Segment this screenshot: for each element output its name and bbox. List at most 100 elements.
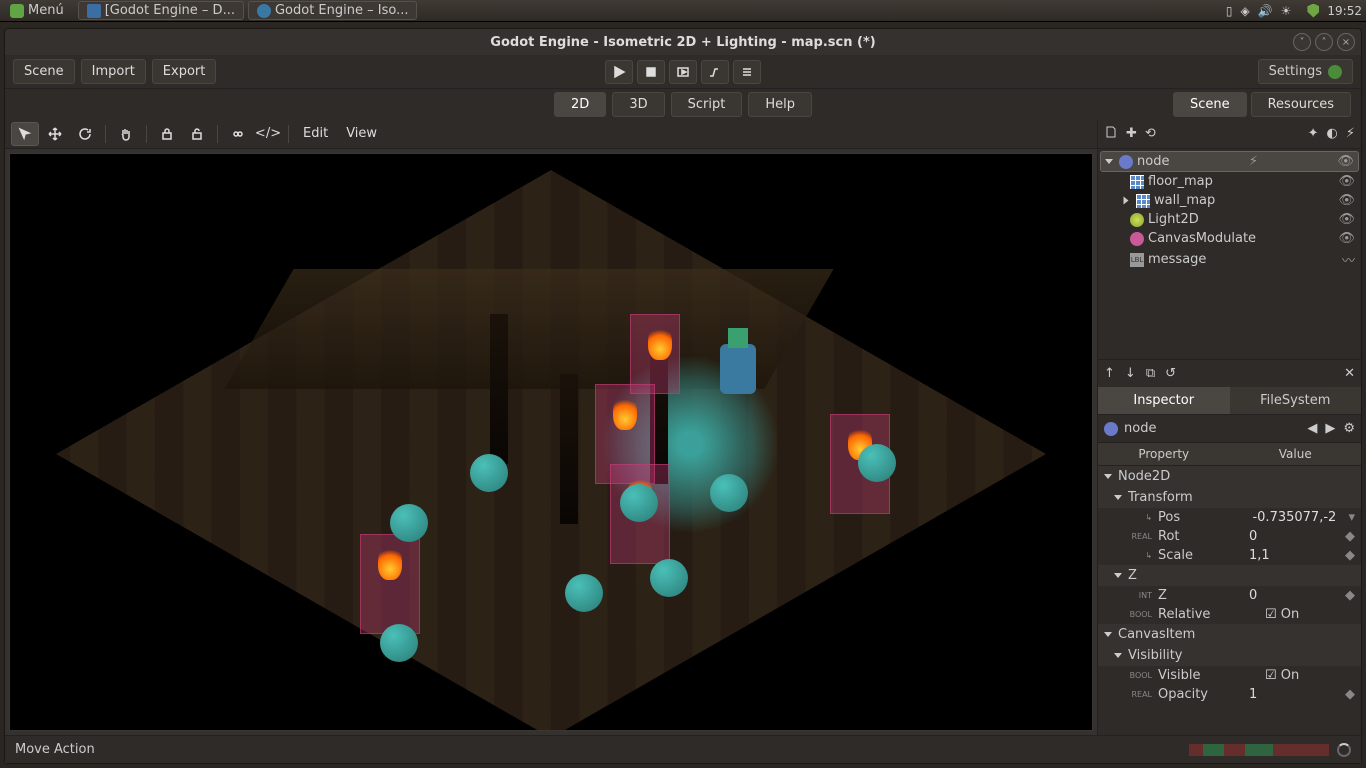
close-button[interactable]: ×: [1337, 33, 1355, 51]
visibility-icon[interactable]: 〰: [1342, 250, 1355, 269]
section-canvasitem[interactable]: CanvasItem: [1098, 624, 1361, 645]
tree-node-message[interactable]: LBLmessage〰: [1100, 248, 1359, 271]
pan-tool[interactable]: [112, 122, 140, 146]
wifi-icon[interactable]: ◈: [1240, 4, 1249, 18]
play-scene-button[interactable]: [669, 60, 697, 84]
sphere-gizmo[interactable]: [650, 559, 688, 597]
history-back-icon[interactable]: ◀: [1307, 421, 1317, 436]
edit-menu[interactable]: Edit: [295, 126, 336, 141]
os-menu-label: Menú: [28, 3, 64, 18]
visibility-icon[interactable]: 👁: [1338, 212, 1355, 227]
sphere-gizmo[interactable]: [470, 454, 508, 492]
delete-node-icon[interactable]: ✕: [1344, 366, 1355, 381]
volume-icon[interactable]: 🔊: [1258, 4, 1273, 18]
group-tool[interactable]: [224, 122, 252, 146]
new-node-icon[interactable]: [1104, 125, 1118, 143]
node-label: Light2D: [1148, 212, 1199, 227]
expand-icon[interactable]: [1105, 159, 1113, 164]
section-z[interactable]: Z: [1098, 565, 1361, 586]
prop-relative[interactable]: BOOLRelative☑ On: [1098, 605, 1361, 624]
sphere-gizmo[interactable]: [380, 624, 418, 662]
sphere-gizmo[interactable]: [620, 484, 658, 522]
script-icon[interactable]: ⚡: [1346, 126, 1355, 141]
prop-pos[interactable]: ↳Pos-0.735077,-2▾: [1098, 508, 1361, 527]
tree-node-light[interactable]: Light2D 👁: [1100, 210, 1359, 229]
visibility-icon[interactable]: 👁: [1338, 193, 1355, 208]
tree-node-floor[interactable]: floor_map 👁: [1100, 172, 1359, 191]
sphere-gizmo[interactable]: [710, 474, 748, 512]
prop-opacity[interactable]: REALOpacity1◆: [1098, 685, 1361, 704]
sphere-gizmo[interactable]: [390, 504, 428, 542]
reparent-icon[interactable]: ↺: [1165, 366, 1176, 381]
tab-help[interactable]: Help: [748, 92, 812, 117]
settings-play-button[interactable]: [733, 60, 761, 84]
torch-sprite[interactable]: [360, 534, 420, 634]
section-visibility[interactable]: Visibility: [1098, 645, 1361, 666]
view-menu[interactable]: View: [338, 126, 385, 141]
scene-tree[interactable]: node ⚡ 👁 floor_map 👁 wall_map👁 Light2D 👁 C…: [1098, 149, 1361, 359]
move-down-icon[interactable]: ↓: [1125, 366, 1136, 381]
export-menu[interactable]: Export: [152, 59, 217, 84]
sphere-gizmo[interactable]: [858, 444, 896, 482]
2d-viewport[interactable]: [10, 154, 1092, 730]
unlock-tool[interactable]: [183, 122, 211, 146]
script-attach-icon[interactable]: ⚡: [1249, 154, 1258, 169]
battery-icon[interactable]: ▯: [1226, 4, 1233, 18]
prop-visible[interactable]: BOOLVisible☑ On: [1098, 666, 1361, 685]
add-node-icon[interactable]: ✚: [1126, 126, 1137, 141]
prop-z[interactable]: INTZ0◆: [1098, 586, 1361, 605]
node-label: floor_map: [1148, 174, 1213, 189]
os-tasks: [Godot Engine – D... Godot Engine – Iso.…: [78, 1, 418, 20]
section-transform[interactable]: Transform: [1098, 487, 1361, 508]
player-sprite[interactable]: [720, 344, 756, 394]
shield-icon[interactable]: [1307, 4, 1319, 18]
tree-node-wall[interactable]: wall_map👁: [1100, 191, 1359, 210]
visibility-icon[interactable]: 👁: [1338, 174, 1355, 189]
tab-filesystem[interactable]: FileSystem: [1230, 387, 1362, 414]
tree-node-canvas[interactable]: CanvasModulate👁: [1100, 229, 1359, 248]
os-menu[interactable]: Menú: [4, 0, 70, 21]
history-fwd-icon[interactable]: ▶: [1325, 421, 1335, 436]
torch-sprite[interactable]: [630, 314, 680, 394]
groups-icon[interactable]: ◐: [1327, 126, 1338, 141]
prop-rot[interactable]: REALRot0◆: [1098, 527, 1361, 546]
duplicate-icon[interactable]: ⧉: [1146, 366, 1155, 381]
clock[interactable]: 19:52: [1327, 4, 1362, 18]
move-up-icon[interactable]: ↑: [1104, 366, 1115, 381]
visibility-icon[interactable]: 👁: [1337, 154, 1354, 169]
play-button[interactable]: [605, 60, 633, 84]
select-tool[interactable]: [11, 122, 39, 146]
scene-menu[interactable]: Scene: [13, 59, 75, 84]
brightness-icon[interactable]: ☀: [1281, 4, 1292, 18]
taskbar-item-1[interactable]: [Godot Engine – D...: [78, 1, 244, 20]
settings-button[interactable]: Settings: [1258, 59, 1353, 84]
prop-scale[interactable]: ↳Scale1,1◆: [1098, 546, 1361, 565]
tree-node-root[interactable]: node ⚡ 👁: [1100, 151, 1359, 172]
stop-button[interactable]: [637, 60, 665, 84]
script-tool[interactable]: </>: [254, 122, 282, 146]
sphere-gizmo[interactable]: [565, 574, 603, 612]
tab-inspector[interactable]: Inspector: [1098, 387, 1230, 414]
instance-icon[interactable]: ⟲: [1145, 126, 1156, 141]
tab-script[interactable]: Script: [671, 92, 743, 117]
minimize-button[interactable]: ˅: [1293, 33, 1311, 51]
expand-icon[interactable]: [1124, 197, 1129, 205]
visibility-icon[interactable]: 👁: [1338, 231, 1355, 246]
panel-tab-scene[interactable]: Scene: [1173, 92, 1247, 117]
performance-graph[interactable]: [1189, 744, 1329, 756]
rotate-tool[interactable]: [71, 122, 99, 146]
inspector-menu-icon[interactable]: ⚙: [1343, 421, 1355, 436]
debug-button[interactable]: [701, 60, 729, 84]
tab-2d[interactable]: 2D: [554, 92, 606, 117]
import-menu[interactable]: Import: [81, 59, 146, 84]
inspector-body[interactable]: Node2D Transform ↳Pos-0.735077,-2▾ REALR…: [1098, 466, 1361, 735]
panel-tab-resources[interactable]: Resources: [1251, 92, 1351, 117]
connect-icon[interactable]: ✦: [1308, 126, 1319, 141]
lock-tool[interactable]: [153, 122, 181, 146]
tab-3d[interactable]: 3D: [612, 92, 664, 117]
maximize-button[interactable]: ˄: [1315, 33, 1333, 51]
move-tool[interactable]: [41, 122, 69, 146]
taskbar-item-2[interactable]: Godot Engine – Iso...: [248, 1, 418, 20]
section-node2d[interactable]: Node2D: [1098, 466, 1361, 487]
titlebar[interactable]: Godot Engine - Isometric 2D + Lighting -…: [5, 29, 1361, 55]
